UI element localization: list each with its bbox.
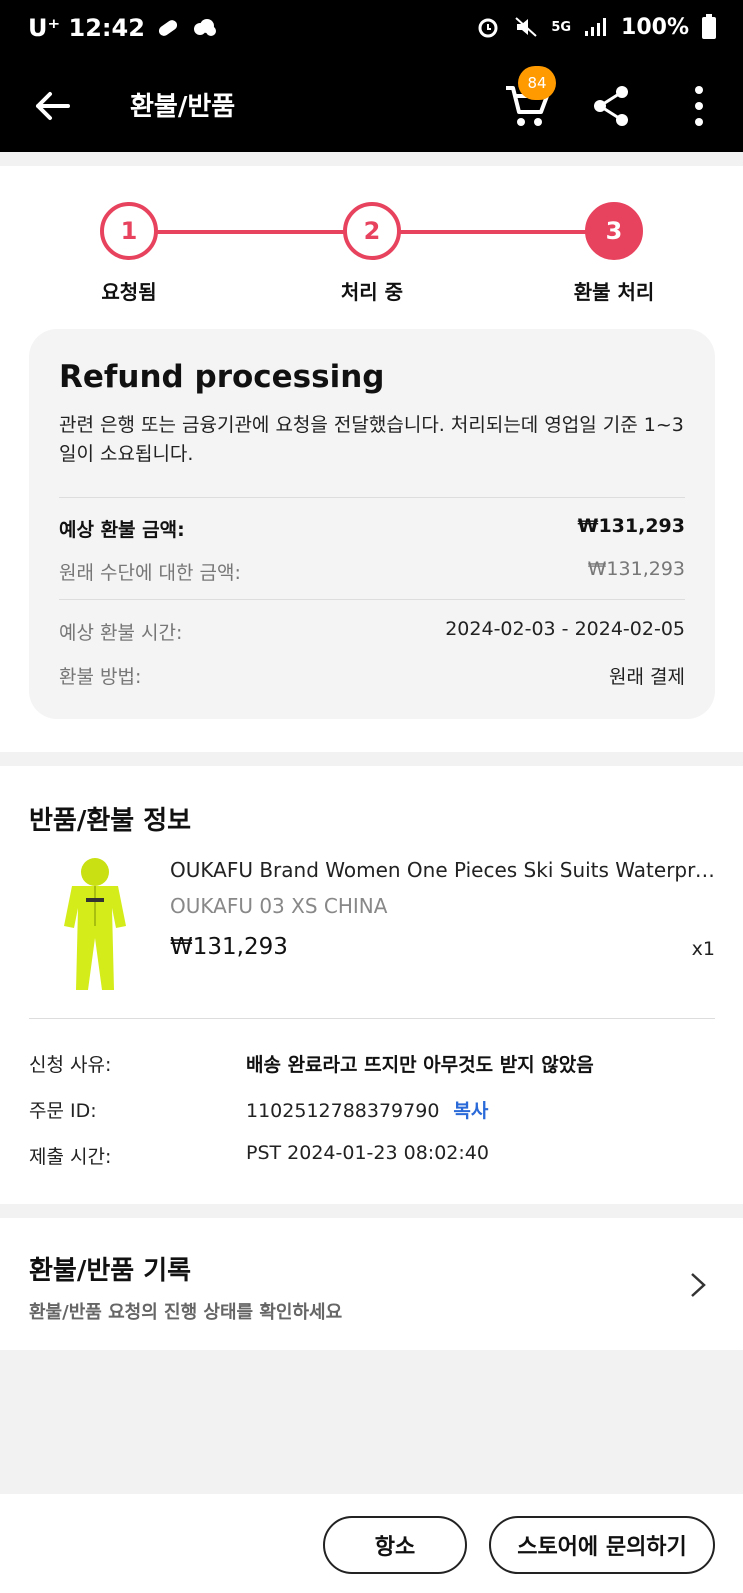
bottom-action-bar: 항소 스토어에 문의하기 bbox=[0, 1494, 743, 1593]
estimated-time-value: 2024-02-03 - 2024-02-05 bbox=[445, 618, 685, 640]
refund-history-row[interactable]: 환불/반품 기록 환불/반품 요청의 진행 상태를 확인하세요 bbox=[0, 1218, 743, 1350]
refund-description: 관련 은행 또는 금융기관에 요청을 전달했습니다. 처리되는데 영업일 기준 … bbox=[59, 414, 684, 465]
refund-title: Refund processing bbox=[59, 359, 385, 395]
refund-status-card: 1 2 3 요청됨 처리 중 환불 처리 Refund processing 관… bbox=[0, 166, 743, 752]
network-type: 5G bbox=[551, 19, 572, 35]
product-sku: OUKAFU 03 XS CHINA bbox=[170, 894, 388, 918]
product-price: ₩131,293 bbox=[170, 934, 288, 960]
step-3: 3 bbox=[585, 202, 643, 260]
step-2-label: 처리 중 bbox=[340, 280, 404, 304]
pill-icon bbox=[158, 20, 178, 36]
estimated-time-row: 예상 환불 시간: 2024-02-03 - 2024-02-05 bbox=[59, 618, 685, 645]
original-method-value: ₩131,293 bbox=[587, 558, 685, 580]
product-image[interactable] bbox=[50, 854, 140, 994]
submit-time-value: PST 2024-01-23 08:02:40 bbox=[246, 1142, 489, 1164]
battery-text: 100% bbox=[621, 14, 689, 40]
status-left: U⁺ 12:42 bbox=[28, 14, 217, 42]
estimated-amount-value: ₩131,293 bbox=[577, 515, 686, 537]
return-info-card: 반품/환불 정보 OUKAFU Brand Women One Pieces S… bbox=[0, 766, 743, 1204]
step-3-label: 환불 처리 bbox=[573, 280, 655, 304]
status-bar: U⁺ 12:42 5G 100% bbox=[0, 0, 743, 64]
refund-details-box: Refund processing 관련 은행 또는 금융기관에 요청을 전달했… bbox=[29, 329, 715, 719]
carrier-time: U⁺ 12:42 bbox=[28, 14, 145, 42]
more-vert-icon[interactable] bbox=[684, 82, 714, 130]
estimated-time-label: 예상 환불 시간: bbox=[59, 622, 183, 644]
step-1-label: 요청됨 bbox=[101, 280, 157, 304]
product-name[interactable]: OUKAFU Brand Women One Pieces Ski Suits … bbox=[170, 858, 715, 882]
original-method-row: 원래 수단에 대한 금액: ₩131,293 bbox=[59, 558, 685, 585]
reason-label: 신청 사유: bbox=[29, 1054, 112, 1076]
share-icon[interactable] bbox=[592, 84, 632, 128]
contact-store-button[interactable]: 스토어에 문의하기 bbox=[489, 1516, 715, 1574]
order-id-row: 1102512788379790 복사 bbox=[246, 1096, 488, 1123]
back-arrow-icon[interactable] bbox=[30, 84, 74, 128]
copy-button[interactable]: 복사 bbox=[453, 1100, 488, 1122]
order-id-value: 1102512788379790 bbox=[246, 1100, 440, 1122]
history-subtitle: 환불/반품 요청의 진행 상태를 확인하세요 bbox=[29, 1302, 343, 1323]
original-method-label: 원래 수단에 대한 금액: bbox=[59, 562, 241, 584]
divider bbox=[29, 1018, 715, 1019]
mute-icon bbox=[515, 17, 537, 37]
product-quantity: x1 bbox=[691, 938, 715, 960]
divider bbox=[59, 497, 685, 498]
submit-time-label: 제출 시간: bbox=[29, 1146, 112, 1168]
refund-method-row: 환불 방법: 원래 결제 bbox=[59, 662, 685, 689]
order-id-label: 주문 ID: bbox=[29, 1100, 97, 1122]
estimated-amount-row: 예상 환불 금액: ₩131,293 bbox=[59, 515, 685, 542]
status-right: 5G 100% bbox=[475, 14, 717, 40]
refund-method-label: 환불 방법: bbox=[59, 666, 142, 688]
page-title: 환불/반품 bbox=[130, 92, 236, 122]
alarm-icon bbox=[478, 18, 498, 38]
cloud-icon bbox=[193, 19, 216, 36]
reason-value: 배송 완료라고 뜨지만 아무것도 받지 않았음 bbox=[246, 1054, 594, 1076]
step-2: 2 bbox=[343, 202, 401, 260]
chevron-right-icon bbox=[691, 1273, 706, 1297]
appeal-button[interactable]: 항소 bbox=[323, 1516, 467, 1574]
step-1: 1 bbox=[100, 202, 158, 260]
refund-method-value: 원래 결제 bbox=[609, 666, 685, 688]
cart-count-badge: 84 bbox=[518, 66, 556, 100]
divider bbox=[59, 599, 685, 600]
estimated-amount-label: 예상 환불 금액: bbox=[59, 519, 185, 541]
app-bar: 환불/반품 84 bbox=[0, 64, 743, 152]
return-info-title: 반품/환불 정보 bbox=[29, 806, 192, 836]
signal-icon bbox=[585, 18, 607, 36]
battery-icon bbox=[702, 14, 716, 39]
history-title: 환불/반품 기록 bbox=[29, 1256, 192, 1286]
